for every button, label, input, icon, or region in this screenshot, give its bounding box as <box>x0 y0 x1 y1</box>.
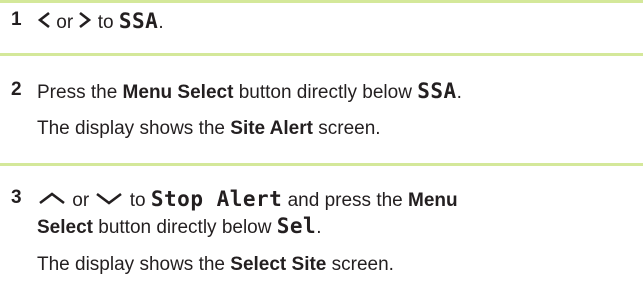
chevron-left-icon <box>37 10 51 30</box>
select-site-label: Select Site <box>230 254 327 275</box>
period: . <box>456 82 462 103</box>
step-2-text-2: button directly below <box>233 82 418 103</box>
step-2-top-rule <box>0 53 643 56</box>
step-3-line-2: Select button directly below Sel. <box>37 214 321 239</box>
step-3-top-rule <box>0 163 643 166</box>
chevron-right-icon <box>78 10 92 30</box>
to-text: to <box>97 12 114 33</box>
select-label: Select <box>37 217 93 238</box>
step-2-result-text-2: screen. <box>312 118 381 139</box>
to-text: to <box>129 190 146 211</box>
step-3-line-1: or to Stop Alert and press the Menu <box>37 187 458 212</box>
display-text-stop-alert: Stop Alert <box>150 187 283 211</box>
display-text-ssa: SSA <box>118 9 159 33</box>
step-2-text: Press the <box>37 82 123 103</box>
step-3-line-3: The display shows the Select Site screen… <box>37 254 394 276</box>
step-1-number: 1 <box>11 9 22 30</box>
or-text: or <box>72 190 90 211</box>
step-1-top-rule <box>0 0 643 3</box>
display-text-ssa: SSA <box>417 79 457 103</box>
step-2-number: 2 <box>11 79 22 100</box>
menu-label: Menu <box>408 190 458 211</box>
site-alert-label: Site Alert <box>230 118 313 139</box>
step-3-text-2: button directly below <box>92 217 277 238</box>
chevron-up-icon <box>37 188 67 208</box>
menu-select-label: Menu Select <box>122 82 234 103</box>
step-3-text: and press the <box>282 190 409 211</box>
chevron-down-icon <box>94 188 124 208</box>
step-3-result-text: The display shows the <box>37 254 231 275</box>
display-text-sel: Sel <box>276 214 317 238</box>
step-2-result-text: The display shows the <box>37 118 231 139</box>
period: . <box>316 217 322 238</box>
or-text: or <box>56 12 74 33</box>
step-3-number: 3 <box>11 187 22 208</box>
step-2-line-1: Press the Menu Select button directly be… <box>37 79 462 104</box>
step-1-line-1: or to SSA. <box>37 9 164 34</box>
step-3-result-text-2: screen. <box>326 254 394 275</box>
period: . <box>158 12 164 33</box>
step-2-line-2: The display shows the Site Alert screen. <box>37 118 381 140</box>
